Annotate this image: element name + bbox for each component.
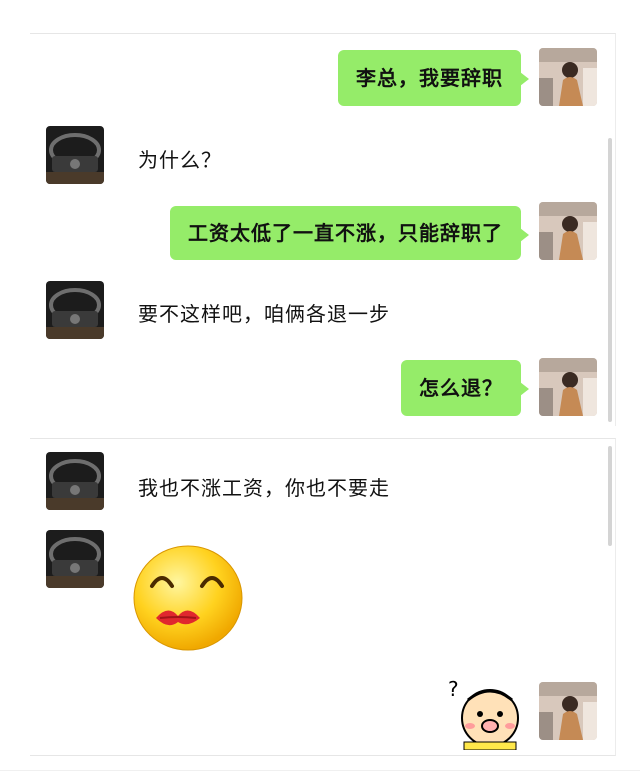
steering-wheel-photo-icon bbox=[46, 281, 104, 339]
divider bbox=[0, 770, 640, 771]
steering-wheel-photo-icon bbox=[46, 530, 104, 588]
my-message-bubble[interactable]: 怎么退？ bbox=[401, 360, 529, 416]
user-photo-icon bbox=[539, 48, 597, 106]
scrollbar-top[interactable] bbox=[608, 138, 612, 422]
my-avatar[interactable] bbox=[539, 202, 597, 260]
boss-message-text[interactable]: 要不这样吧，咱俩各退一步 bbox=[138, 298, 390, 327]
kiss-face-icon bbox=[133, 545, 243, 651]
boss-message-text[interactable]: 为什么？ bbox=[138, 144, 222, 173]
user-photo-icon bbox=[539, 682, 597, 740]
confused-face-sticker[interactable]: ? bbox=[446, 676, 522, 754]
boss-message-text[interactable]: 我也不涨工资，你也不要走 bbox=[138, 472, 390, 501]
my-avatar[interactable] bbox=[539, 358, 597, 416]
boss-avatar[interactable] bbox=[46, 530, 104, 588]
boss-avatar[interactable] bbox=[46, 281, 104, 339]
steering-wheel-photo-icon bbox=[46, 452, 104, 510]
boss-avatar[interactable] bbox=[46, 126, 104, 184]
boss-avatar[interactable] bbox=[46, 452, 104, 510]
my-message-bubble[interactable]: 李总，我要辞职 bbox=[338, 50, 529, 106]
scrollbar-bottom[interactable] bbox=[608, 446, 612, 546]
user-photo-icon bbox=[539, 202, 597, 260]
confused-cartoon-face-icon: ? bbox=[448, 677, 519, 751]
svg-text:?: ? bbox=[448, 677, 459, 701]
my-message-bubble[interactable]: 工资太低了一直不涨，只能辞职了 bbox=[170, 206, 529, 260]
my-avatar[interactable] bbox=[539, 48, 597, 106]
user-photo-icon bbox=[539, 358, 597, 416]
steering-wheel-photo-icon bbox=[46, 126, 104, 184]
chat-screenshot: { "messages": [ {"from": "me", "text": "… bbox=[0, 0, 640, 783]
kiss-face-emoji[interactable] bbox=[132, 544, 244, 656]
my-avatar[interactable] bbox=[539, 682, 597, 740]
